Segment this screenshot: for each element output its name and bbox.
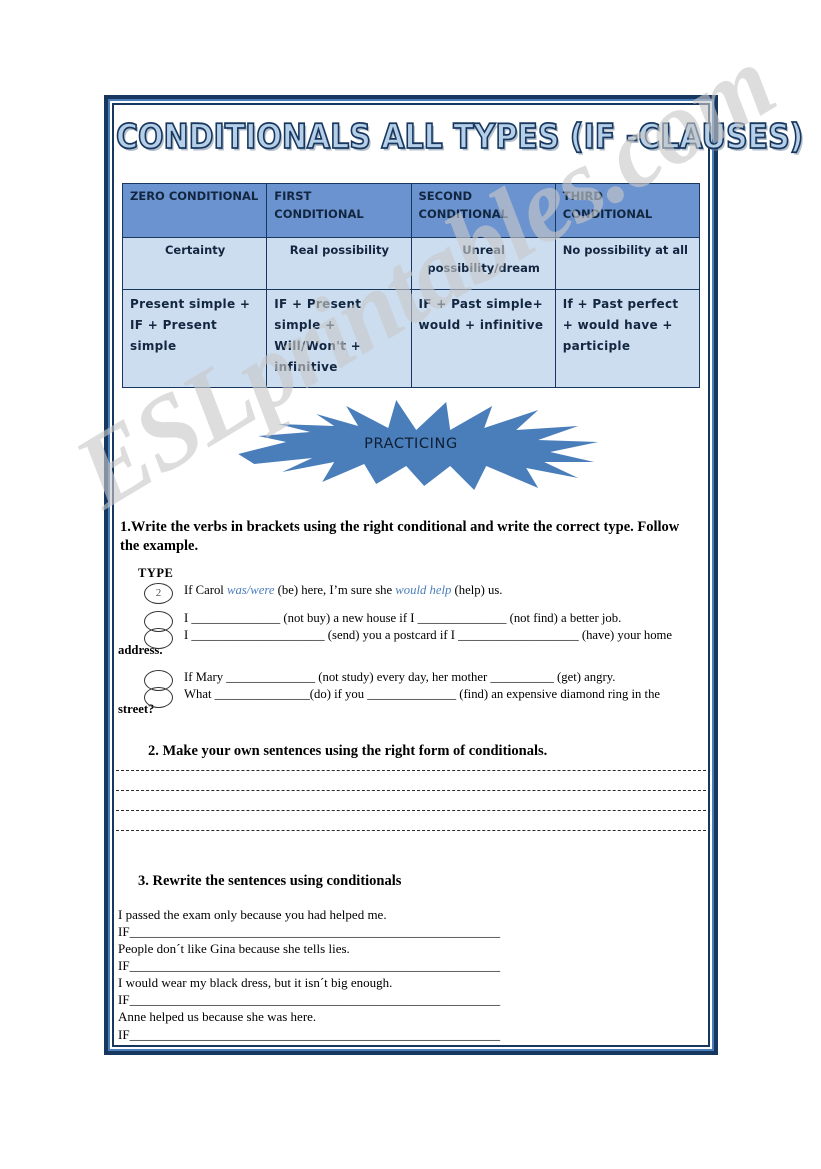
example-answer-2: would help xyxy=(395,583,452,598)
question-text: If Mary ______________ (not study) every… xyxy=(184,670,616,685)
exercise2-heading: 2. Make your own sentences using the rig… xyxy=(148,743,548,760)
exercise3-heading: 3. Rewrite the sentences using condition… xyxy=(138,873,402,890)
rewrite-answer-line[interactable]: IF______________________________________… xyxy=(116,991,706,1008)
question-text: I _____________________ (send) you a pos… xyxy=(184,628,673,643)
rewrite-answer-line[interactable]: IF______________________________________… xyxy=(116,957,706,974)
if-prefix: IF xyxy=(118,957,130,973)
question-text: What _______________(do) if you ________… xyxy=(184,687,661,702)
answer-line[interactable] xyxy=(116,790,706,810)
header-third-conditional: THIRD CONDITIONAL xyxy=(554,183,701,238)
rewrite-sentence: People don´t like Gina because she tells… xyxy=(118,940,350,956)
question-text: I ______________ (not buy) a new house i… xyxy=(184,611,622,626)
rewrite-sentence: Anne helped us because she was here. xyxy=(118,1009,317,1025)
conditionals-table: ZERO CONDITIONAL FIRST CONDITIONAL SECON… xyxy=(121,183,701,388)
type-bubble[interactable]: 2 xyxy=(144,583,173,605)
example-post: (help) us. xyxy=(451,583,503,598)
if-prefix: IF xyxy=(118,992,130,1008)
formula-zero: Present simple + IF + Present simple xyxy=(121,289,268,388)
table-formula-row: Present simple + IF + Present simple IF … xyxy=(121,289,701,388)
header-second-conditional: SECOND CONDITIONAL xyxy=(410,183,556,238)
meaning-first: Real possibility xyxy=(266,237,412,290)
if-prefix: IF xyxy=(118,1026,130,1042)
page-title: CONDITIONALS ALL TYPES (IF -CLAUSES) xyxy=(115,117,804,158)
practicing-label: PRACTICING xyxy=(364,436,458,452)
list-item: If Mary ______________ (not study) every… xyxy=(116,669,706,692)
list-item: What _______________(do) if you ________… xyxy=(116,686,706,709)
if-rule: ________________________________________… xyxy=(129,957,501,973)
exercise2-answer-lines[interactable] xyxy=(116,770,706,850)
formula-first: IF + Present simple + Will/Won't + infin… xyxy=(266,289,412,388)
if-prefix: IF xyxy=(118,923,130,939)
if-rule: ________________________________________… xyxy=(129,923,501,939)
exercise1-heading: 1.Write the verbs in brackets using the … xyxy=(120,519,680,555)
formula-second: IF + Past simple+ would + infinitive xyxy=(410,289,556,388)
table-meaning-row: Certainty Real possibility Unreal possib… xyxy=(121,237,701,290)
list-item: I ______________ (not buy) a new house i… xyxy=(116,610,706,633)
meaning-second: Unreal possibility/dream xyxy=(410,237,556,290)
exercise3-items: I passed the exam only because you had h… xyxy=(116,906,706,1043)
rewrite-sentence: I passed the exam only because you had h… xyxy=(118,906,387,922)
type-column-label: TYPE xyxy=(138,566,174,581)
rewrite-answer-line[interactable]: IF______________________________________… xyxy=(116,923,706,940)
answer-line[interactable] xyxy=(116,810,706,830)
question-continuation: address. xyxy=(118,643,163,658)
title-container: CONDITIONALS ALL TYPES (IF -CLAUSES) xyxy=(115,117,804,170)
example-pre: If Carol xyxy=(184,583,227,598)
exercise1-items: 2 If Carol was/were (be) here, I’m sure … xyxy=(116,582,706,717)
rewrite-answer-line[interactable]: IF______________________________________… xyxy=(116,1026,706,1043)
question-continuation: street? xyxy=(118,702,155,717)
table-header-row: ZERO CONDITIONAL FIRST CONDITIONAL SECON… xyxy=(121,183,701,238)
worksheet-content: CONDITIONALS ALL TYPES (IF -CLAUSES) ZER… xyxy=(115,107,804,1043)
answer-line[interactable] xyxy=(116,830,706,850)
rewrite-sentence: I would wear my black dress, but it isn´… xyxy=(118,975,393,991)
list-item: I _____________________ (send) you a pos… xyxy=(116,627,706,650)
example-answer-1: was/were xyxy=(226,583,275,598)
meaning-third: No possibility at all xyxy=(554,237,701,290)
if-rule: ________________________________________… xyxy=(129,1026,501,1042)
header-zero-conditional: ZERO CONDITIONAL xyxy=(121,183,268,238)
header-first-conditional: FIRST CONDITIONAL xyxy=(266,183,412,238)
example-mid: (be) here, I’m sure she xyxy=(274,583,396,598)
worksheet-page: ESLprintables.com CONDITIONALS ALL TYPES… xyxy=(0,0,821,1169)
formula-third: If + Past perfect + would have + partici… xyxy=(554,289,701,388)
meaning-zero: Certainty xyxy=(121,237,268,290)
answer-line[interactable] xyxy=(116,770,706,790)
practicing-burst: PRACTICING xyxy=(116,396,706,496)
if-rule: ________________________________________… xyxy=(129,992,501,1008)
list-item: 2 If Carol was/were (be) here, I’m sure … xyxy=(116,582,706,605)
